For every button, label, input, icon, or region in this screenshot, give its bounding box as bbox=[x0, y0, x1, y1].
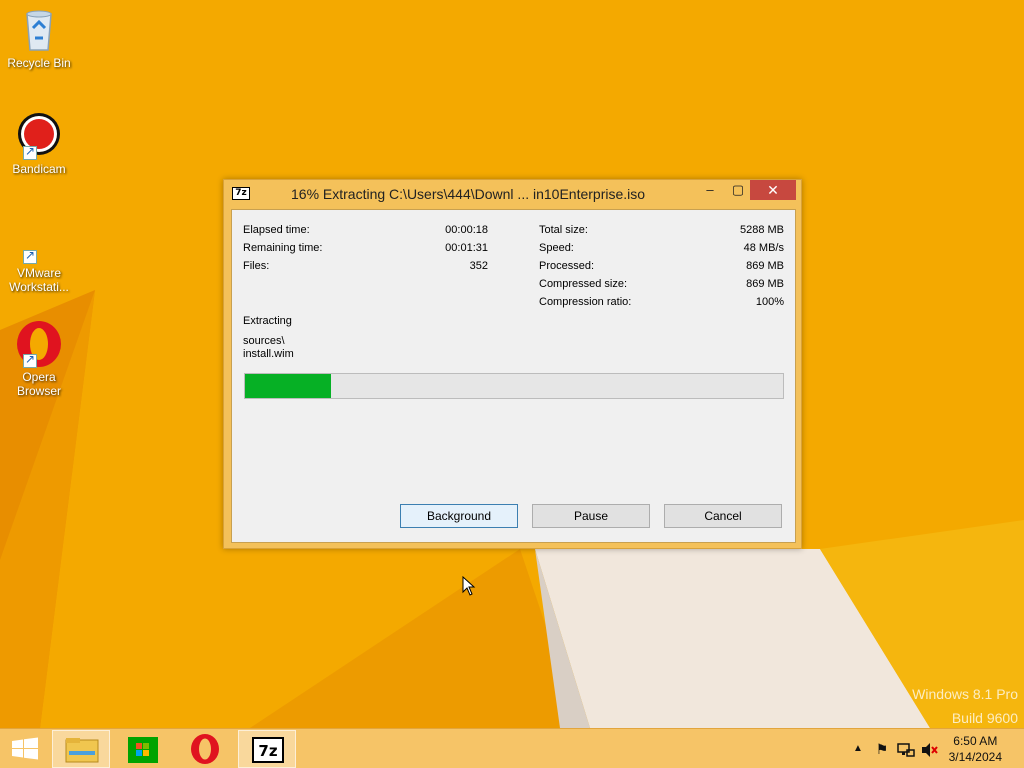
compression-ratio-value: 100% bbox=[755, 296, 784, 308]
total-size-label: Total size: bbox=[539, 224, 588, 236]
bandicam-icon bbox=[15, 112, 63, 160]
cancel-button[interactable]: Cancel bbox=[664, 504, 782, 528]
window-title: 16% Extracting C:\Users\444\Downl ... in… bbox=[291, 186, 646, 202]
close-button[interactable]: ✕ bbox=[750, 180, 796, 200]
taskbar-store[interactable] bbox=[114, 730, 172, 768]
remaining-time-label: Remaining time: bbox=[243, 242, 323, 254]
shortcut-arrow-icon bbox=[23, 352, 37, 368]
current-path: sources\ bbox=[243, 335, 285, 347]
remaining-time-value: 00:01:31 bbox=[445, 242, 488, 254]
desktop-icon-opera[interactable]: Opera Browser bbox=[4, 320, 74, 398]
7zip-icon: 7z bbox=[252, 737, 284, 763]
clock-time: 6:50 AM bbox=[953, 734, 998, 748]
extract-progress-dialog: 7z 16% Extracting C:\Users\444\Downl ...… bbox=[223, 179, 802, 549]
maximize-button[interactable]: ▢ bbox=[724, 180, 752, 200]
background-button[interactable]: Background bbox=[400, 504, 518, 528]
files-value: 352 bbox=[469, 260, 488, 272]
action-center-flag-icon[interactable]: ⚑ bbox=[872, 729, 892, 768]
7zip-app-icon: 7z bbox=[232, 187, 250, 200]
network-icon[interactable] bbox=[896, 729, 916, 768]
elapsed-time-value: 00:00:18 bbox=[445, 224, 488, 236]
file-explorer-icon bbox=[65, 738, 99, 763]
os-watermark-edition: Windows 8.1 Pro bbox=[912, 686, 1018, 702]
opera-icon bbox=[15, 320, 63, 368]
minimize-button[interactable]: – bbox=[696, 180, 724, 200]
files-label: Files: bbox=[243, 260, 270, 272]
vmware-icon bbox=[15, 216, 63, 264]
total-size-value: 5288 MB bbox=[739, 224, 784, 236]
system-clock[interactable]: 6:50 AM 3/14/2024 bbox=[949, 733, 1002, 765]
opera-icon bbox=[191, 734, 219, 764]
taskbar-7zip[interactable]: 7z bbox=[238, 730, 296, 768]
status-label: Extracting bbox=[243, 315, 292, 327]
desktop-icon-label: Bandicam bbox=[12, 162, 66, 176]
compressed-size-label: Compressed size: bbox=[539, 278, 628, 290]
elapsed-time-label: Elapsed time: bbox=[243, 224, 310, 236]
taskbar-opera[interactable] bbox=[176, 730, 234, 768]
current-file: install.wim bbox=[243, 348, 294, 360]
show-hidden-icons-icon[interactable]: ▲ bbox=[850, 729, 866, 768]
processed-label: Processed: bbox=[539, 260, 595, 272]
desktop-icon-vmware[interactable]: VMware Workstati... bbox=[4, 216, 74, 294]
desktop-icon-label: Opera Browser bbox=[16, 370, 61, 398]
speed-label: Speed: bbox=[539, 242, 574, 254]
svg-text:7z: 7z bbox=[258, 742, 277, 760]
recycle-bin-icon bbox=[15, 6, 63, 54]
volume-muted-icon[interactable] bbox=[920, 729, 940, 768]
desktop-icon-label: VMware Workstati... bbox=[9, 266, 69, 294]
desktop-icon-recycle-bin[interactable]: Recycle Bin bbox=[4, 6, 74, 70]
store-icon bbox=[128, 737, 158, 763]
speed-value: 48 MB/s bbox=[743, 242, 784, 254]
clock-date: 3/14/2024 bbox=[948, 750, 1002, 764]
taskbar: 7z ▲ ⚑ 6:50 AM 3/14/2024 bbox=[0, 728, 1024, 768]
shortcut-arrow-icon bbox=[23, 248, 37, 264]
os-watermark-build: Build 9600 bbox=[951, 710, 1018, 726]
compression-ratio-label: Compression ratio: bbox=[539, 296, 632, 308]
mouse-cursor-icon bbox=[462, 576, 476, 596]
dialog-client-area: Elapsed time: 00:00:18 Remaining time: 0… bbox=[231, 209, 796, 543]
progress-bar-fill bbox=[245, 374, 332, 398]
progress-bar bbox=[244, 373, 784, 399]
start-icon bbox=[12, 737, 38, 760]
desktop-icon-bandicam[interactable]: Bandicam bbox=[4, 112, 74, 176]
pause-button[interactable]: Pause bbox=[532, 504, 650, 528]
taskbar-file-explorer[interactable] bbox=[52, 730, 110, 768]
start-button[interactable] bbox=[0, 730, 50, 768]
processed-value: 869 MB bbox=[746, 260, 784, 272]
desktop-icon-label: Recycle Bin bbox=[7, 56, 71, 70]
compressed-size-value: 869 MB bbox=[746, 278, 784, 290]
shortcut-arrow-icon bbox=[23, 144, 37, 160]
title-bar[interactable]: 7z 16% Extracting C:\Users\444\Downl ...… bbox=[224, 180, 801, 208]
